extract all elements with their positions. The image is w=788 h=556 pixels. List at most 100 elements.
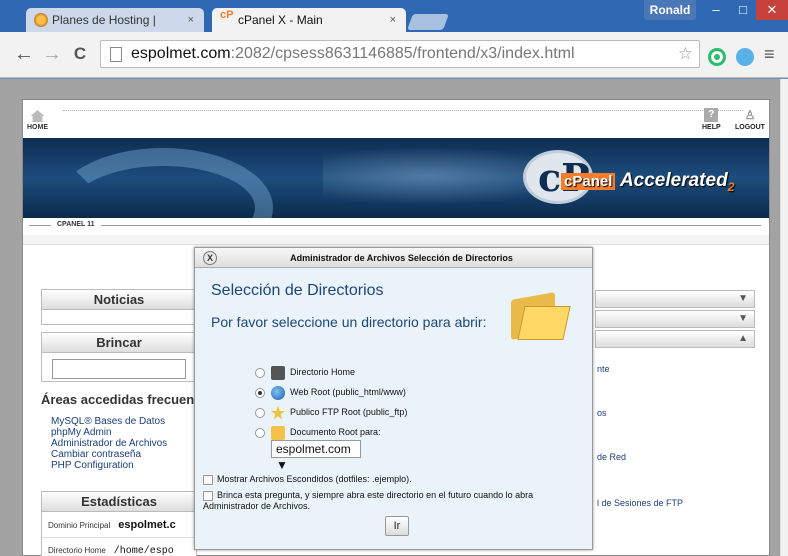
radio-docroot[interactable] (255, 427, 265, 438)
stat-value: /home/espo (113, 546, 174, 556)
skip-question-option[interactable]: Brinca esta pregunta, y siempre abra est… (203, 490, 583, 512)
stat-value: espolmet.c (118, 519, 176, 531)
new-tab-button[interactable] (407, 14, 449, 30)
tab-cpanel-main[interactable]: cP cPanel X - Main × (212, 8, 406, 32)
show-hidden-checkbox[interactable] (203, 474, 213, 485)
tab-close-icon[interactable]: × (390, 8, 396, 32)
option-docroot[interactable]: Documento Root para: (255, 424, 381, 440)
help-icon: ? (704, 108, 719, 122)
tab-label: cPanel X - Main (238, 13, 323, 27)
right-panel-2[interactable]: ▼ (595, 310, 755, 328)
browser-window: Planes de Hosting | × cP cPanel X - Main… (0, 0, 788, 556)
stat-label: Dominio Principal (48, 521, 111, 530)
address-bar[interactable]: espolmet.com:2082/cpsess8631146885/front… (100, 40, 700, 68)
directory-selection-dialog: X Administrador de Archivos Selección de… (194, 247, 593, 550)
option-label: Web Root (public_html/www) (290, 387, 406, 397)
domain-select[interactable]: espolmet.com ▼ (271, 440, 361, 472)
tab-label: Planes de Hosting | (52, 13, 156, 27)
logo-accelerated: Accelerated (619, 170, 728, 191)
dialog-header-text: Administrador de Archivos Selección de D… (290, 253, 513, 263)
brincar-input[interactable] (52, 359, 186, 379)
collapse-arrow-icon[interactable]: ▼ (738, 293, 748, 304)
url-domain: espolmet.com (131, 45, 231, 62)
estadisticas-box: Estadísticas Dominio Principal espolmet.c… (41, 491, 197, 556)
dialog-subtitle: Por favor seleccione un directorio para … (211, 314, 487, 330)
url-path: :2082/cpsess8631146885/frontend/x3/index… (230, 45, 575, 62)
help-label: HELP (702, 124, 721, 131)
cpanel-logo-text: cPanel Accelerated2 (561, 170, 734, 194)
browser-toolbar: ← → C espolmet.com:2082/cpsess8631146885… (0, 32, 788, 78)
noticias-box: Noticias (41, 289, 197, 325)
logout-link[interactable]: ♙ LOGOUT (735, 108, 765, 131)
folder-icon (509, 292, 571, 344)
tab-close-icon[interactable]: × (188, 8, 194, 32)
noticias-header[interactable]: Noticias (42, 290, 196, 310)
minimize-button[interactable]: – (702, 0, 730, 20)
option-ftp[interactable]: Publico FTP Root (public_ftp) (255, 404, 407, 420)
show-hidden-option[interactable]: Mostrar Archivos Escondidos (dotfiles: .… (203, 474, 412, 485)
extension-cloud-icon[interactable] (736, 48, 754, 66)
right-panel-1[interactable]: ▼ (595, 290, 755, 308)
radio-ftp[interactable] (255, 407, 265, 418)
banner-decoration (53, 148, 273, 218)
header-band (23, 235, 769, 245)
areas-title: Áreas accedidas frecuen (41, 392, 195, 407)
estadisticas-header: Estadísticas (42, 492, 196, 512)
mid-link-4[interactable]: l de Sesiones de FTP (597, 498, 683, 508)
close-window-button[interactable]: ✕ (756, 0, 788, 20)
maximize-button[interactable]: □ (730, 0, 756, 20)
home-dir-icon (271, 365, 285, 380)
top-divider (63, 110, 743, 114)
mid-link-2[interactable]: os (597, 408, 607, 418)
brincar-header: Brincar (42, 333, 196, 353)
title-bar: Planes de Hosting | × cP cPanel X - Main… (0, 0, 788, 32)
cpanel-favicon-icon: cP (220, 9, 234, 21)
extension-green-icon[interactable] (708, 48, 726, 66)
mid-link-3[interactable]: de Red (597, 452, 626, 462)
tab-planes-hosting[interactable]: Planes de Hosting | × (26, 8, 204, 32)
stat-row: Directorio Home/home/espo (42, 538, 196, 556)
logout-icon: ♙ (744, 108, 756, 122)
skip-question-label: Brinca esta pregunta, y siempre abra est… (203, 490, 534, 511)
areas-links: MySQL® Bases de Datos phpMy Admin Admini… (51, 416, 201, 471)
skip-question-checkbox[interactable] (203, 490, 213, 501)
brincar-box: Brincar (41, 332, 197, 382)
back-arrow-icon[interactable]: ← (12, 42, 36, 66)
option-label: Documento Root para: (290, 427, 381, 437)
expand-arrow-icon[interactable]: ▲ (738, 333, 748, 344)
collapse-arrow-icon[interactable]: ▼ (738, 313, 748, 324)
home-icon (30, 110, 45, 122)
dialog-close-icon[interactable]: X (203, 251, 217, 265)
hosting-favicon-icon (34, 13, 48, 27)
stat-label: Directorio Home (48, 546, 106, 555)
link-phpmyadmin[interactable]: phpMy Admin (51, 427, 201, 438)
right-panel-3[interactable]: ▲ (595, 330, 755, 348)
scrollbar[interactable] (780, 79, 788, 556)
bookmark-star-icon[interactable]: ☆ (678, 41, 693, 67)
cpanel-banner: cP cPanel Accelerated2 (23, 138, 769, 218)
chrome-menu-icon[interactable]: ≡ (764, 44, 775, 65)
logo-sub: 2 (727, 179, 735, 194)
option-home[interactable]: Directorio Home (255, 364, 355, 380)
link-php-config[interactable]: PHP Configuration (51, 460, 201, 471)
go-button[interactable]: Ir (385, 516, 409, 536)
link-file-manager[interactable]: Administrador de Archivos (51, 438, 201, 449)
mid-link-1[interactable]: nte (597, 364, 610, 374)
dialog-title: Selección de Directorios (211, 282, 384, 299)
page-icon (110, 47, 122, 62)
link-change-password[interactable]: Cambiar contraseña (51, 449, 201, 460)
home-link[interactable]: HOME (27, 110, 48, 131)
option-webroot[interactable]: Web Root (public_html/www) (255, 384, 406, 400)
reload-icon[interactable]: C (68, 42, 92, 66)
forward-arrow-icon[interactable]: → (40, 42, 64, 66)
help-link[interactable]: ? HELP (702, 108, 721, 131)
logout-label: LOGOUT (735, 124, 765, 131)
option-label: Publico FTP Root (public_ftp) (290, 407, 408, 417)
radio-webroot[interactable] (255, 387, 265, 398)
radio-home[interactable] (255, 367, 265, 378)
home-label: HOME (27, 124, 48, 131)
profile-name[interactable]: Ronald (644, 0, 696, 20)
globe-icon (271, 385, 285, 400)
logo-brand: cPanel (561, 173, 616, 190)
link-mysql[interactable]: MySQL® Bases de Datos (51, 416, 201, 427)
